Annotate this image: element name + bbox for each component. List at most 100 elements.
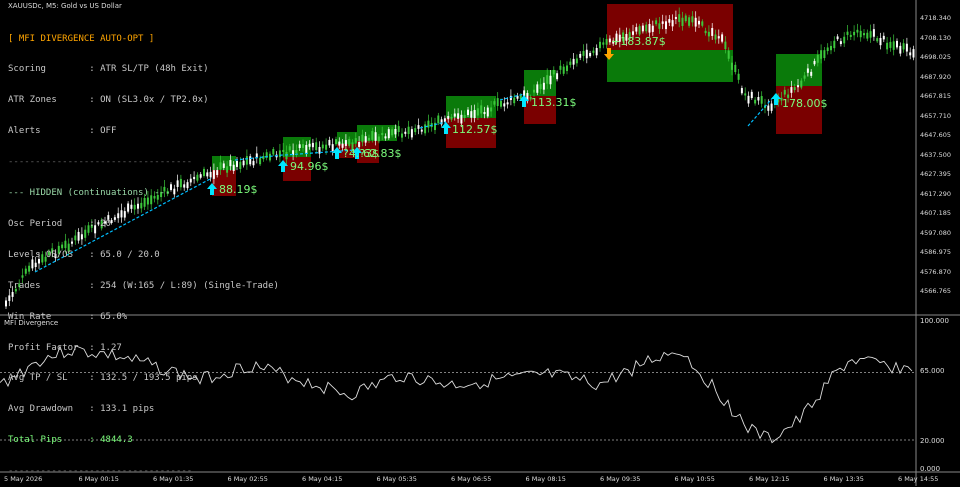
candle xyxy=(727,50,730,59)
indicator-tick-label: 65.000 xyxy=(920,367,945,375)
candle xyxy=(338,141,341,146)
candle xyxy=(684,15,687,22)
candle xyxy=(463,114,466,118)
price-tick-label: 4627.395 xyxy=(920,170,952,178)
candle xyxy=(566,65,568,72)
indicator-tick-label: 100.000 xyxy=(920,317,949,325)
candle xyxy=(348,138,351,146)
time-tick-label: 6 May 10:55 xyxy=(674,475,715,483)
price-tick-label: 4708.130 xyxy=(920,33,952,42)
price-tick-label: 4687.920 xyxy=(920,72,952,81)
trade-profit-label: +183.87$ xyxy=(611,35,666,48)
stop-loss-zone xyxy=(776,86,822,134)
indicator-label: MFI Divergence xyxy=(4,319,59,327)
candle xyxy=(401,133,403,138)
candle xyxy=(665,21,667,30)
candle xyxy=(813,60,816,65)
panel-osc-period: Osc Period : 20 xyxy=(8,218,111,229)
candle xyxy=(384,136,387,139)
time-tick-label: 6 May 06:55 xyxy=(451,475,492,483)
candle xyxy=(311,142,314,148)
candle xyxy=(770,103,773,111)
candle xyxy=(879,38,882,46)
candle xyxy=(410,129,413,138)
candle xyxy=(740,88,743,94)
candle xyxy=(846,31,849,35)
panel-avg-tp-sl: Avg TP / SL : 132.5 / 193.5 pips xyxy=(8,373,198,384)
trade-profit-label: 62.83$ xyxy=(363,147,402,160)
candle xyxy=(833,40,836,49)
candle xyxy=(747,95,750,104)
candle xyxy=(595,47,598,56)
candle xyxy=(810,71,813,76)
candle xyxy=(397,126,400,133)
panel-total-pips: Total Pips : 4844.3 xyxy=(8,435,133,446)
candle xyxy=(490,107,493,112)
candle xyxy=(424,124,427,134)
candle xyxy=(896,40,898,48)
candle xyxy=(559,65,562,70)
candle xyxy=(856,29,859,33)
candle xyxy=(823,50,826,59)
panel-alerts: Alerts : OFF xyxy=(8,126,117,137)
candle xyxy=(579,54,582,58)
time-tick-label: 6 May 00:15 xyxy=(78,475,119,483)
candle xyxy=(853,31,856,36)
info-panel: [ MFI DIVERGENCE AUTO-OPT ] Scoring : AT… xyxy=(8,13,279,487)
candle xyxy=(473,109,476,119)
candle xyxy=(391,129,394,136)
candle xyxy=(539,84,542,90)
candle xyxy=(731,62,733,70)
candle xyxy=(661,21,664,24)
candle xyxy=(549,75,552,85)
candle xyxy=(443,118,446,123)
candle xyxy=(783,89,786,95)
candle xyxy=(839,41,842,45)
price-tick-label: 4657.710 xyxy=(920,111,952,120)
candle xyxy=(417,125,420,129)
candle xyxy=(806,68,809,73)
candle xyxy=(288,146,291,151)
candle xyxy=(648,24,651,33)
time-tick-label: 6 May 12:15 xyxy=(749,475,790,483)
candle xyxy=(859,30,862,38)
candle xyxy=(602,42,605,45)
candle xyxy=(335,139,337,145)
candle xyxy=(513,97,516,104)
candle xyxy=(681,17,684,26)
candle xyxy=(5,300,7,307)
price-tick-label: 4576.870 xyxy=(920,267,952,276)
candle xyxy=(486,107,489,117)
candle xyxy=(717,36,720,39)
candle xyxy=(447,116,450,120)
candle xyxy=(909,52,912,56)
candle xyxy=(721,34,724,42)
candle xyxy=(678,14,681,22)
time-tick-label: 6 May 13:35 xyxy=(823,475,864,483)
candle xyxy=(724,41,727,50)
candle xyxy=(371,131,374,140)
candle xyxy=(658,23,661,29)
candle xyxy=(321,144,324,149)
time-tick-label: 6 May 02:55 xyxy=(227,475,268,483)
candle xyxy=(830,45,832,51)
candle xyxy=(767,105,770,111)
candle xyxy=(760,96,763,104)
candle xyxy=(734,64,737,73)
candle xyxy=(701,21,704,26)
candle xyxy=(493,101,496,105)
candle xyxy=(912,49,915,58)
candle xyxy=(902,43,905,50)
candle xyxy=(542,82,545,90)
candle xyxy=(905,43,908,52)
candle xyxy=(589,52,592,57)
candle xyxy=(295,150,298,154)
candle xyxy=(750,91,753,99)
candle xyxy=(476,108,479,116)
candle xyxy=(302,144,304,148)
candle xyxy=(453,113,456,117)
indicator-tick-label: 20.000 xyxy=(920,437,945,445)
candle xyxy=(483,112,486,115)
price-tick-label: 4617.290 xyxy=(920,189,952,198)
candle xyxy=(892,41,895,50)
